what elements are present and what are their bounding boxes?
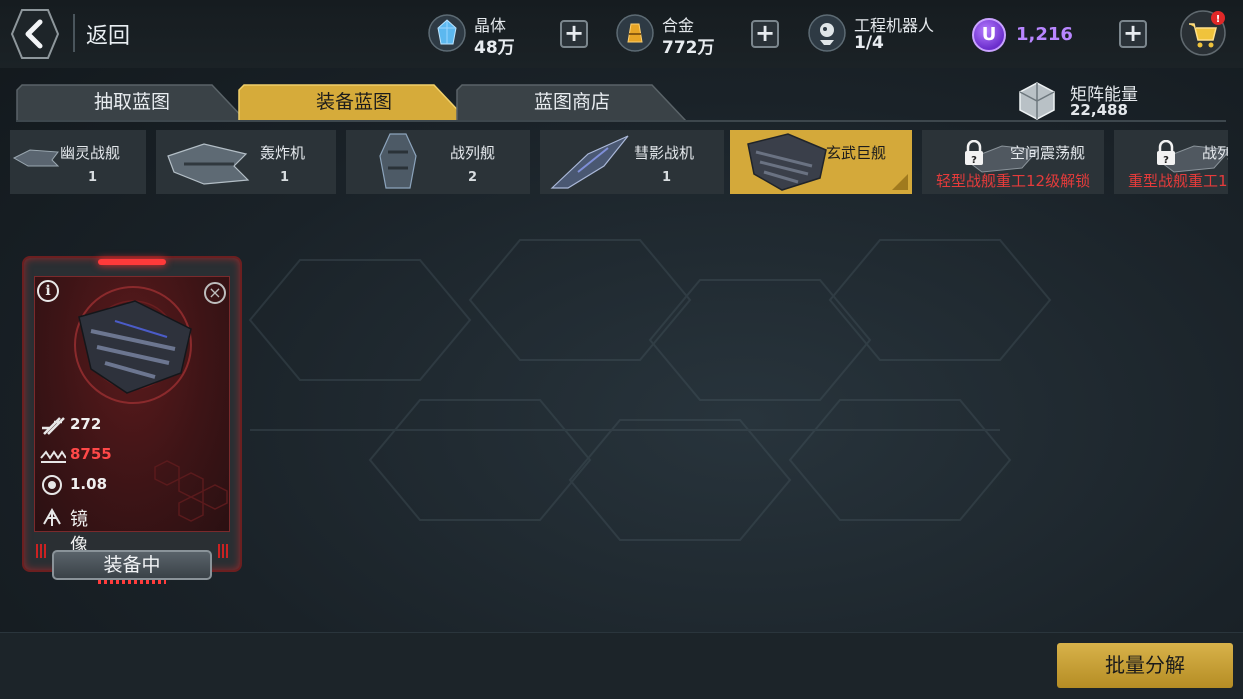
tab-shop-label: 蓝图商店: [533, 91, 610, 113]
ship-name: 轰炸机: [260, 144, 306, 162]
top-bar: 返回 晶体 48万 + 合金 772万 + 工程机器人 1/4 U 1,216 …: [0, 0, 1243, 68]
ship-count: 1: [662, 170, 672, 185]
svg-text:?: ?: [1163, 155, 1169, 166]
ship-count: 1: [88, 170, 98, 185]
speed-value: 1.08: [70, 475, 108, 493]
lock-icon: ?: [1157, 140, 1175, 166]
xuanwu-ship-icon: [747, 133, 827, 191]
tab-draw-blueprint[interactable]: 抽取蓝图: [16, 84, 248, 122]
card-side-mark-right: [218, 544, 228, 558]
mirror-icon: [43, 507, 61, 526]
selected-corner-mark: [892, 174, 908, 190]
ship-item-space-shock[interactable]: ? 空间震荡舰 轻型战舰重工12级解锁: [922, 130, 1104, 194]
tab-draw-label: 抽取蓝图: [93, 91, 170, 113]
ship-item-bomber[interactable]: 轰炸机 1: [156, 130, 336, 194]
add-alloy-button[interactable]: +: [751, 20, 779, 48]
matrix-cube-icon: [1019, 82, 1055, 120]
equip-indicator-dots: [98, 580, 166, 584]
ship-name: 玄武巨舰: [826, 144, 887, 162]
ship-count: 2: [468, 170, 478, 185]
info-icon[interactable]: i: [37, 280, 59, 302]
ship-count: 1: [280, 170, 290, 185]
ship-list: 幽灵战舰 1 轰炸机 1 战列舰 2 彗影战机 1 玄武巨舰 ? 空间震荡舰 轻…: [10, 130, 1228, 196]
unlock-requirement: 重型战舰重工1: [1128, 172, 1228, 190]
ship-item-comet-fighter[interactable]: 彗影战机 1: [540, 130, 724, 194]
alloy-icon: [616, 14, 654, 52]
crystal-icon: [428, 14, 466, 52]
ship-name: 战列: [1202, 144, 1228, 162]
bomber-ship-icon: [167, 143, 250, 185]
hp-icon: [40, 450, 66, 463]
matrix-energy: 矩阵能量 22,488: [1016, 80, 1138, 126]
svg-text:?: ?: [971, 155, 977, 166]
tab-equip-blueprint[interactable]: 装备蓝图: [238, 84, 470, 122]
hp-value: 8755: [70, 445, 112, 463]
cart-badge: !: [1216, 14, 1221, 25]
add-premium-button[interactable]: +: [1119, 20, 1147, 48]
ship-item-battleship[interactable]: 战列舰 2: [346, 130, 530, 194]
ship-name: 彗影战机: [634, 144, 695, 162]
alloy-value: 772万: [662, 38, 715, 58]
lock-icon: ?: [965, 140, 983, 166]
back-arrow-icon[interactable]: [10, 8, 60, 60]
attack-value: 272: [70, 415, 102, 433]
tab-blueprint-shop[interactable]: 蓝图商店: [456, 84, 688, 122]
blueprint-tabs: 抽取蓝图 装备蓝图 蓝图商店: [16, 84, 716, 122]
card-top-glow: [98, 259, 166, 265]
blueprint-card[interactable]: i × 272 8755 1.08 镜像 装备中: [22, 256, 242, 586]
equipped-status-button[interactable]: 装备中: [52, 550, 212, 580]
ship-name: 战列舰: [450, 144, 496, 162]
ship-item-ghost[interactable]: 幽灵战舰 1: [10, 130, 146, 194]
ship-name: 幽灵战舰: [60, 144, 121, 162]
robot-value: 1/4: [854, 33, 884, 53]
back-label[interactable]: 返回: [86, 18, 130, 50]
back-separator: [73, 14, 75, 52]
speed-icon: [42, 475, 62, 495]
unlock-requirement: 轻型战舰重工12级解锁: [936, 172, 1091, 190]
ship-name: 空间震荡舰: [1010, 144, 1086, 162]
close-icon[interactable]: ×: [204, 282, 226, 304]
matrix-energy-value: 22,488: [1070, 101, 1128, 119]
ghost-ship-icon: [12, 149, 60, 167]
crystal-value: 48万: [474, 38, 515, 58]
attack-icon: [42, 417, 65, 435]
add-crystal-button[interactable]: +: [560, 20, 588, 48]
battleship-icon: [379, 133, 417, 189]
premium-currency-icon: U: [972, 18, 1006, 52]
robot-icon: [808, 14, 846, 52]
ship-item-xuanwu[interactable]: 玄武巨舰: [730, 130, 912, 194]
batch-disassemble-button[interactable]: 批量分解: [1057, 643, 1233, 688]
premium-currency-value: 1,216: [1016, 24, 1073, 45]
card-side-mark-left: [36, 544, 46, 558]
ship-item-battle[interactable]: ? 战列 重型战舰重工1: [1114, 130, 1228, 194]
shop-cart-icon[interactable]: !: [1180, 10, 1226, 56]
comet-fighter-icon: [550, 135, 629, 189]
tab-equip-label: 装备蓝图: [315, 91, 392, 113]
